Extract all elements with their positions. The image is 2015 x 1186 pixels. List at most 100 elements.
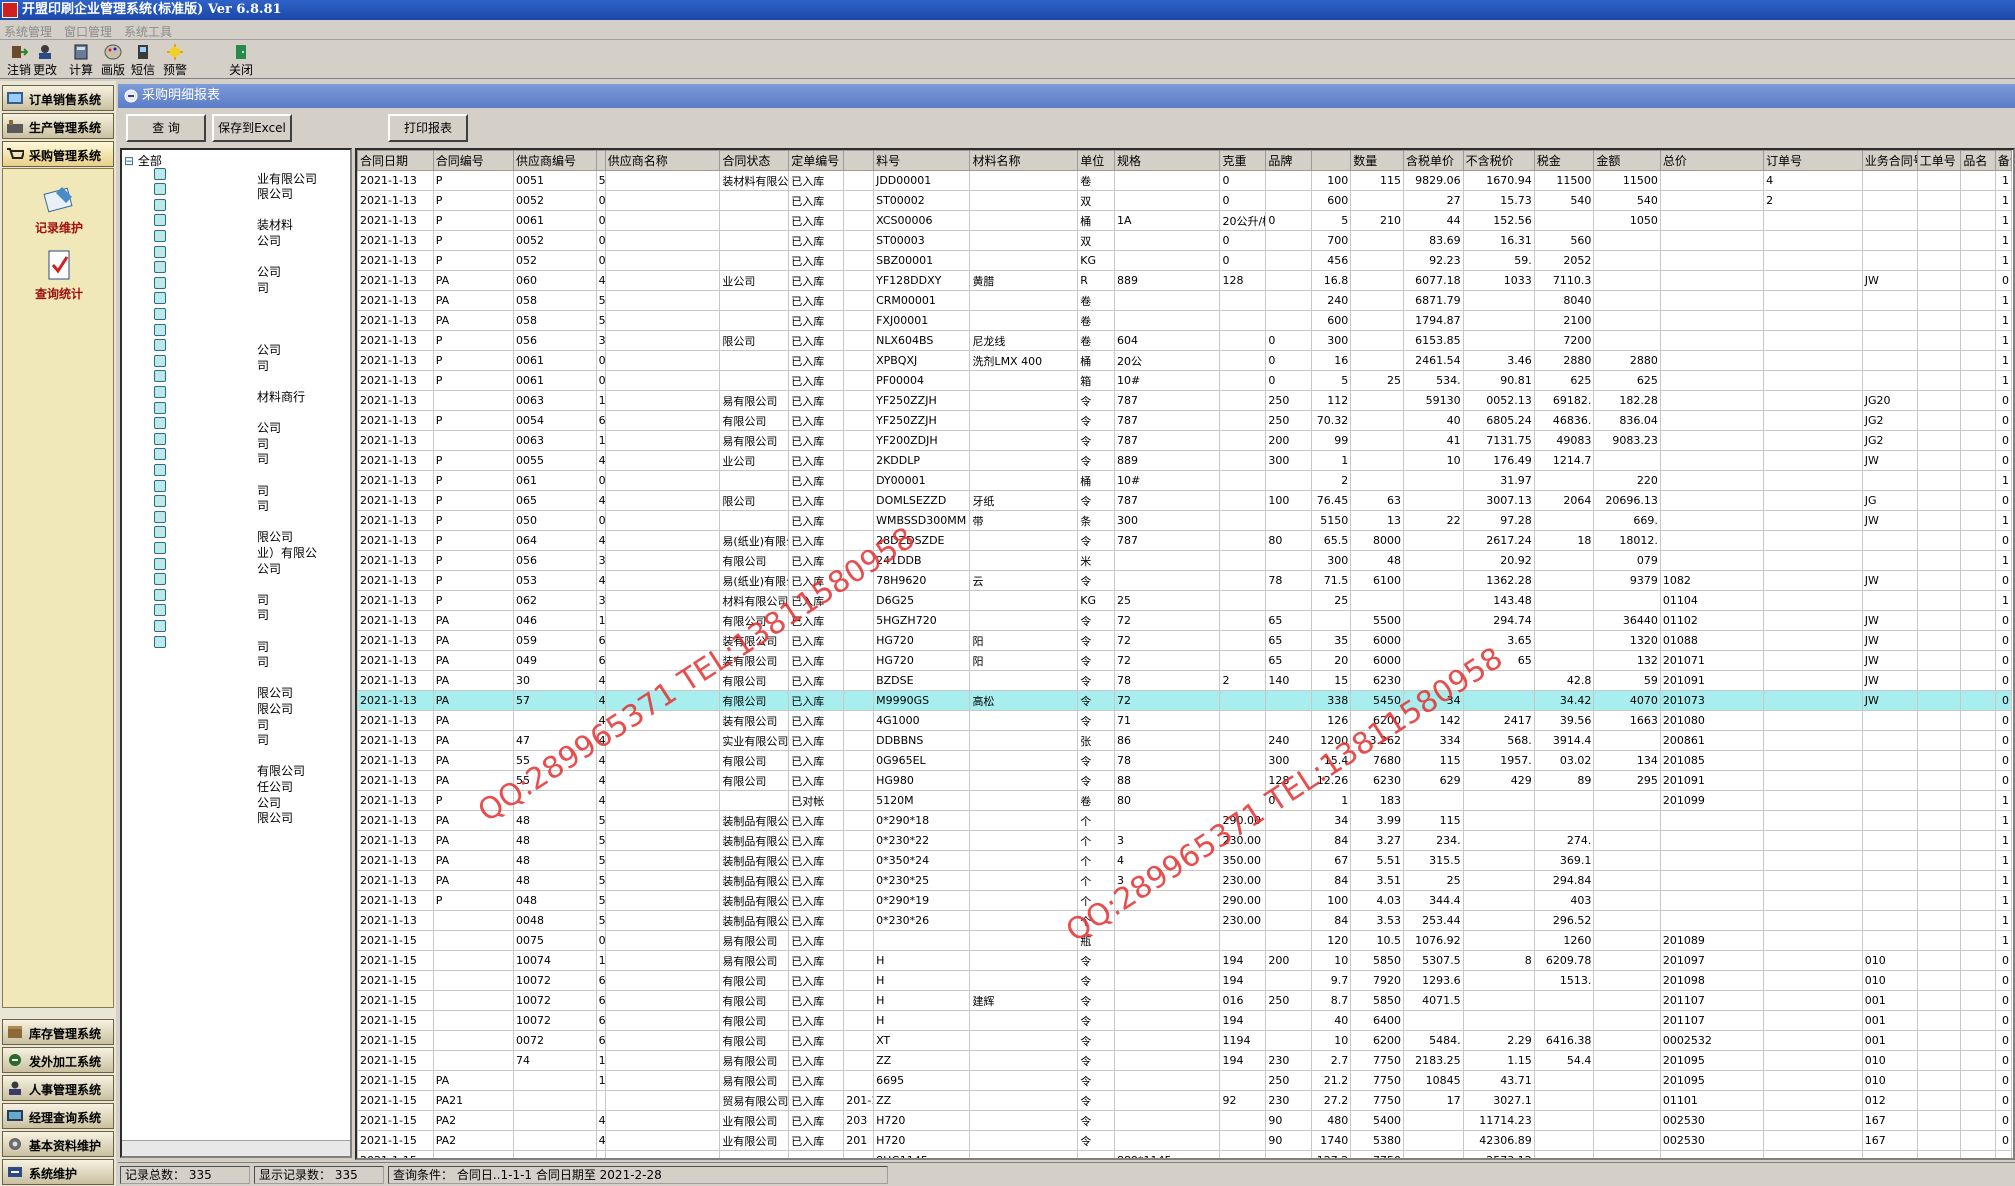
table-row[interactable]: 2021-1-13PA55478有限公司已入库HG980令8812812.266… <box>357 770 2013 791</box>
table-row[interactable]: 2021-1-13P005460 有限公司已入库 YF250ZZJH 令787 2507… <box>357 410 2013 431</box>
table-row[interactable]: 2021-1-15 10072608 有限公司已入库 H 令 194 406400 20110… <box>357 1010 2013 1031</box>
column-header[interactable]: 备注 <box>1994 150 2013 171</box>
tree-node-icon[interactable] <box>154 292 166 305</box>
nav-order-sales[interactable]: 订单销售系统 <box>2 85 114 111</box>
table-row[interactable]: 2021-1-13P46已对帐5120M卷80011832010991 <box>357 790 2013 811</box>
column-header[interactable]: 料号 <box>873 150 971 171</box>
tree-node-label[interactable]: 业有限公司 <box>257 170 317 187</box>
table-row[interactable]: 2021-1-13PA 478 装有限公司已入库 4G1000 令71 126620014… <box>357 710 2013 731</box>
tree-node-label[interactable]: 司 <box>257 497 269 514</box>
tree-node-icon[interactable] <box>154 261 166 274</box>
tree-node-icon[interactable] <box>154 354 166 367</box>
table-row[interactable]: 2021-1-15 10072608 有限公司已入库 H建辉令 0162508.7585… <box>357 990 2013 1011</box>
table-row[interactable]: 2021-1-13P06107 已入库 DY00001 桶10# 2 31.97 220 1 <box>357 470 2013 491</box>
tree-node-icon[interactable] <box>154 308 166 320</box>
column-header[interactable]: 合同日期 <box>357 150 434 171</box>
column-header[interactable]: 工单号 <box>1916 150 1962 171</box>
tree-node-label[interactable]: 材料商行 <box>257 388 305 405</box>
tree-node-label[interactable]: 公司 <box>257 419 281 436</box>
tree-node-label[interactable]: 限公司 <box>257 700 293 717</box>
nav-manager-query[interactable]: 经理查询系统 <box>2 1103 114 1129</box>
table-row[interactable]: 2021-1-15 PA2 4 业有限公司 已入库 201 H720 令 90 1740 5380 4… <box>357 1130 2013 1151</box>
table-row[interactable]: 2021-1-13P064468 易(纸业)有限公司已入库 28DZDSZDE 令78… <box>357 530 2013 551</box>
tree-node-icon[interactable] <box>154 167 166 180</box>
menu-window[interactable]: 窗口管理 <box>64 23 112 40</box>
column-header[interactable]: 单位 <box>1077 150 1115 171</box>
tree-node-icon[interactable] <box>154 495 166 508</box>
table-row[interactable]: 2021-1-13PA48557 装制品有限公司已入库 0*350*24 个4350.… <box>357 850 2013 871</box>
table-row[interactable]: 2021-1-13 0048557 装制品有限公司已入库 0*230*26 个 230.0… <box>357 910 2013 931</box>
table-row[interactable]: 2021-1-13PA059600 装有限公司已入库 HG720阳令72 653560… <box>357 630 2013 651</box>
tree-node-icon[interactable] <box>154 542 166 554</box>
tree-node-icon[interactable] <box>154 417 166 430</box>
table-row[interactable]: 2021-1-13PA48557 装制品有限公司已入库 0*290*18 个 290.0… <box>357 810 2013 831</box>
table-row[interactable]: 2021-1-13P056331 限公司已入库 NLX604BS尼龙线卷604 030… <box>357 330 2013 351</box>
tree-node-label[interactable]: 公司 <box>257 232 281 249</box>
tree-node-icon[interactable] <box>154 479 166 492</box>
table-row[interactable]: 2021-1-15 PA2 4 业有限公司 已入库 203 H720 令 90 480 5400 11… <box>357 1110 2013 1131</box>
toolbar-close-button[interactable]: 关闭 <box>222 43 260 77</box>
tree-node-label[interactable]: 有限公司 <box>257 762 305 779</box>
toolbar-change-button[interactable]: 更改 <box>26 43 64 77</box>
tree-node-icon[interactable] <box>154 276 166 289</box>
column-header[interactable] <box>843 150 875 171</box>
column-header[interactable]: 金额 <box>1593 150 1661 171</box>
tree-node-label[interactable]: 限公司 <box>257 185 293 202</box>
tree-node-icon[interactable] <box>154 401 166 414</box>
table-row[interactable]: 2021-1-13P048557 装制品有限公司已入库 0*290*19 个 290.0… <box>357 890 2013 911</box>
tree-node-icon[interactable] <box>154 198 166 211</box>
column-header[interactable]: 合同状态 <box>719 150 790 171</box>
column-header[interactable]: 规格 <box>1113 150 1221 171</box>
tree-node-icon[interactable] <box>154 620 166 632</box>
table-row[interactable]: 2021-1-13006315易有限公司已入库YF200ZDJH令7872009… <box>357 430 2013 451</box>
column-header[interactable] <box>1311 150 1352 171</box>
table-row[interactable]: 2021-1-13P006107 已入库 PF00004 箱10# 0525534.90… <box>357 370 2013 391</box>
query-button[interactable]: 查 询 <box>126 114 206 142</box>
column-header[interactable]: 合同编号 <box>432 150 514 171</box>
nav-hr[interactable]: 人事管理系统 <box>2 1075 114 1101</box>
column-header[interactable]: 不含税价 <box>1462 150 1535 171</box>
table-row[interactable]: 2021-1-13PA48557 装制品有限公司已入库 0*230*25 个3230.… <box>357 870 2013 891</box>
table-row[interactable]: 2021-1-13PA57478 有限公司已入库 M9990GS高松令72 33854… <box>357 690 2013 711</box>
nav-inventory[interactable]: 库存管理系统 <box>2 1019 114 1045</box>
tree-node-icon[interactable] <box>154 339 166 352</box>
tree-node-label[interactable]: 限公司 <box>257 684 293 701</box>
table-row[interactable]: 2021-1-13PA058566 已入库 FXJ00001 卷 600 1794.87 2… <box>357 310 2013 331</box>
column-header[interactable]: 订单号 <box>1763 150 1863 171</box>
table-row[interactable]: 2021-1-13P0052070已入库ST00002双06002715.735… <box>357 190 2013 211</box>
table-row[interactable]: 2021-1-15PA 156 易有限公司已入库 6695 令 25021.2775010… <box>357 1070 2013 1091</box>
table-row[interactable]: 2021-1-13P0061072 已入库 XCS00006 桶1A20公升/桶052… <box>357 210 2013 231</box>
tree-node-icon[interactable] <box>154 370 166 383</box>
column-header[interactable]: 品牌 <box>1265 150 1313 171</box>
tree-node-icon[interactable] <box>154 526 166 539</box>
tree-node-label[interactable]: 业）有限公 <box>257 544 317 561</box>
tree-node-icon[interactable] <box>154 214 166 227</box>
table-row[interactable]: 2021-1-15 10074156 易有限公司已入库 H 令 1942001058505… <box>357 950 2013 971</box>
tree-node-icon[interactable] <box>154 245 166 258</box>
tree-node-label[interactable]: 公司 <box>257 263 281 280</box>
table-row[interactable]: 2021-1-13P06549 限公司已入库 DOMLSEZZD牙纸令787 1007… <box>357 490 2013 511</box>
table-row[interactable]: 2021-1-13P006107已入库XPBQXJ洗剂LMX 400桶20公01… <box>357 350 2013 371</box>
tree-node-label[interactable]: 司 <box>257 591 269 608</box>
column-header[interactable]: 税金 <box>1533 150 1595 171</box>
nav-query-stats[interactable]: 查询统计 <box>3 249 115 302</box>
table-row[interactable]: 2021-1-15PA21 贸易有限公司已入库201-1ZZ 令 9223027.27… <box>357 1090 2013 1111</box>
tree-node-icon[interactable] <box>154 588 166 601</box>
column-header[interactable]: 材料名称 <box>969 150 1079 171</box>
table-row[interactable]: 2021-1-13PA47478 实业有限公司已入库 DDBBNS 张86 240120… <box>357 730 2013 751</box>
tree-node-icon[interactable] <box>154 635 166 648</box>
column-header[interactable]: 供应商名称 <box>604 150 721 171</box>
table-row[interactable]: 2021-1-13P0051533 装材料有限公司已入库 JDD00001 卷 0 100… <box>357 170 2013 191</box>
tree-root[interactable]: ⊟ 全部 <box>124 152 162 169</box>
nav-basic-data[interactable]: 基本资料维护 <box>2 1131 114 1157</box>
table-row[interactable]: 2021-1-13P06232材料有限公司已入库D6G25KG2525143.4… <box>357 590 2013 611</box>
tree-node-icon[interactable] <box>154 557 166 570</box>
tree-node-icon[interactable] <box>154 510 166 523</box>
tree-node-label[interactable]: 司 <box>257 606 269 623</box>
table-row[interactable]: 2021-1-13P0052070 已入库 ST00003 双 0 700 83.6916.… <box>357 230 2013 251</box>
tree-node-label[interactable]: 限公司 <box>257 809 293 826</box>
tree-node-label[interactable]: 公司 <box>257 560 281 577</box>
column-header[interactable]: 含税单价 <box>1402 150 1464 171</box>
table-row[interactable]: 2021-1-13P056331 有限公司已入库 241DDB 米 30048 20.92… <box>357 550 2013 571</box>
table-row[interactable]: 2021-1-13PA049600装有限公司已入库HG720阳令72652060… <box>357 650 2013 671</box>
